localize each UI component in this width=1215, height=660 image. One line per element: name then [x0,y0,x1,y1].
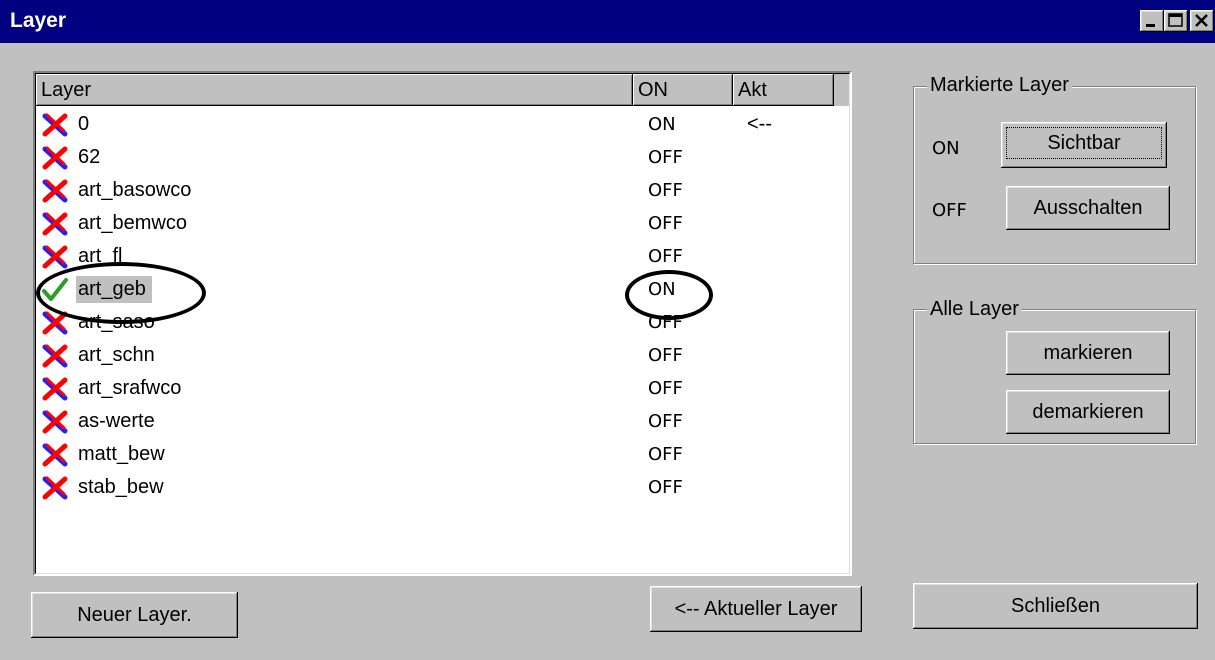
layer-list[interactable]: Layer ON Akt 0 ON <-- 62 OFF art_basowco OFF ar… [33,71,852,576]
layer-name: art_bemwco [78,212,187,234]
off-label: OFF [932,200,967,221]
sichtbar-button[interactable]: Sichtbar [1001,122,1167,168]
sichtbar-label: Sichtbar [1006,127,1162,159]
schliessen-button[interactable]: Schließen [913,583,1198,629]
layer-on-state: OFF [648,378,683,399]
on-label: ON [932,138,960,159]
red-x-icon [42,113,68,137]
table-row[interactable]: art_schn OFF [36,339,849,372]
window-title: Layer [10,9,67,32]
maximize-button[interactable] [1164,10,1188,32]
table-row[interactable]: art_bemwco OFF [36,207,849,240]
column-header-filler [834,74,849,106]
red-x-icon [42,146,68,170]
highlight-ellipse-on [625,270,713,320]
layer-name: art_basowco [78,179,192,201]
demarkieren-button[interactable]: demarkieren [1006,390,1170,434]
red-x-icon [42,443,68,467]
layer-on-state: OFF [648,213,683,234]
neuer-layer-label: Neuer Layer. [77,604,192,626]
red-x-icon [42,377,68,401]
maximize-icon [1168,13,1183,27]
table-row[interactable]: 62 OFF [36,141,849,174]
title-bar: Layer [0,0,1215,43]
layer-on-state: OFF [648,345,683,366]
layer-name: art_srafwco [78,377,182,399]
layer-name: as-werte [78,410,155,432]
layer-on-state: OFF [648,411,683,432]
layer-on-state: OFF [648,147,683,168]
table-row[interactable]: art_srafwco OFF [36,372,849,405]
layer-name: matt_bew [78,443,165,465]
table-row[interactable]: stab_bew OFF [36,471,849,504]
table-row[interactable]: art_basowco OFF [36,174,849,207]
minimize-icon [1146,24,1155,27]
table-row[interactable]: matt_bew OFF [36,438,849,471]
layer-akt-marker: <-- [747,113,772,135]
table-row[interactable]: 0 ON <-- [36,108,849,141]
layer-on-state: OFF [648,180,683,201]
layer-on-state: ON [648,114,676,135]
layer-name: 62 [78,146,101,168]
demarkieren-label: demarkieren [1032,401,1144,423]
highlight-ellipse-name [36,262,206,324]
layer-on-state: OFF [648,444,683,465]
layer-name: 0 [78,113,90,135]
red-x-icon [42,476,68,500]
ausschalten-button[interactable]: Ausschalten [1006,186,1170,230]
column-header-on[interactable]: ON [633,74,733,106]
schliessen-label: Schließen [1011,595,1100,617]
layer-on-state: OFF [648,246,683,267]
red-x-icon [42,410,68,434]
aktueller-layer-label: <-- Aktueller Layer [674,598,838,620]
markierte-layer-title: Markierte Layer [927,74,1072,96]
red-x-icon [42,344,68,368]
red-x-icon [42,179,68,203]
red-x-icon [42,245,68,269]
layer-on-state: OFF [648,477,683,498]
layer-name: stab_bew [78,476,164,498]
markieren-button[interactable]: markieren [1006,331,1170,375]
column-header-akt[interactable]: Akt [733,74,834,106]
column-header-layer[interactable]: Layer [36,74,633,106]
minimize-button[interactable] [1140,10,1164,32]
neuer-layer-button[interactable]: Neuer Layer. [31,592,238,638]
ausschalten-label: Ausschalten [1033,197,1143,219]
alle-layer-title: Alle Layer [927,298,1022,320]
layer-name: art_schn [78,344,155,366]
red-x-icon [42,212,68,236]
close-icon [1195,14,1208,27]
markierte-layer-group [913,86,1196,264]
markieren-label: markieren [1043,342,1133,364]
aktueller-layer-button[interactable]: <-- Aktueller Layer [650,586,862,632]
table-row[interactable]: as-werte OFF [36,405,849,438]
close-button[interactable] [1190,10,1214,32]
